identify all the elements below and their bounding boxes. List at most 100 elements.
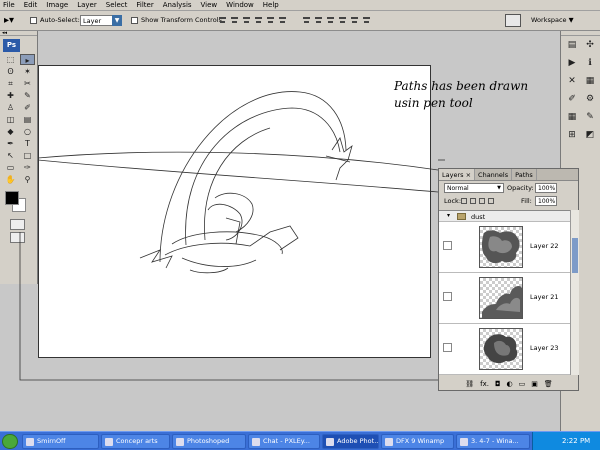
distribute-right-icon[interactable] (362, 15, 371, 26)
menu-analysis[interactable]: Analysis (163, 1, 192, 9)
layer-list-scrollbar[interactable] (570, 210, 579, 375)
visibility-toggle[interactable] (443, 343, 452, 352)
link-icon[interactable]: ⛓ (465, 380, 474, 388)
adjustment-icon[interactable]: ◐ (507, 380, 513, 388)
layer-comps-icon[interactable]: ◩ (583, 129, 597, 142)
workspace-icon[interactable] (505, 14, 521, 27)
histogram-icon[interactable]: ✣ (583, 39, 597, 52)
align-right-icon[interactable] (278, 15, 287, 26)
dock-grip[interactable] (561, 31, 600, 36)
gradient-icon[interactable]: ▤ (20, 114, 35, 125)
clone-stamp-icon[interactable]: ♙ (3, 102, 18, 113)
scrollbar-thumb[interactable] (572, 238, 578, 273)
tab-layers[interactable]: Layers × (439, 169, 476, 180)
lock-all-icon[interactable] (488, 198, 494, 204)
photoshop-logo[interactable]: Ps (3, 39, 20, 52)
workspace-button[interactable]: Workspace ▼ (531, 16, 574, 24)
taskbar-button[interactable]: Chat - PXLEy... (248, 434, 320, 449)
layer-row[interactable]: Layer 23 (439, 324, 570, 375)
distribute-vcenter-icon[interactable] (314, 15, 323, 26)
tools-icon[interactable]: ▦ (565, 111, 579, 124)
notes-icon[interactable]: ▭ (3, 162, 18, 173)
fx-icon[interactable]: fx. (480, 380, 489, 388)
start-button[interactable] (2, 434, 18, 449)
opacity-input[interactable]: 100% (535, 183, 557, 193)
fill-input[interactable]: 100% (535, 196, 557, 206)
history-brush-icon[interactable]: ✐ (20, 102, 35, 113)
taskbar-button[interactable]: SmirnOff (22, 434, 99, 449)
history-icon[interactable]: ✐ (565, 93, 579, 106)
align-left-icon[interactable] (254, 15, 263, 26)
taskbar-button[interactable]: Photoshoped (172, 434, 246, 449)
taskbar-button[interactable]: Adobe Phot... (322, 434, 379, 449)
styles-icon[interactable]: ▦ (583, 75, 597, 88)
visibility-toggle[interactable] (443, 241, 452, 250)
crop-icon[interactable]: ⌗ (3, 78, 18, 89)
align-hcenter-icon[interactable] (266, 15, 275, 26)
move-tool-preset-icon[interactable]: ▸▾ (4, 15, 22, 27)
distribute-bottom-icon[interactable] (326, 15, 335, 26)
layer-row[interactable]: Layer 22 (439, 222, 570, 273)
menu-file[interactable]: File (3, 1, 15, 9)
document-canvas[interactable] (38, 65, 431, 358)
marquee-icon[interactable]: ⬚ (3, 54, 18, 65)
layer-row[interactable]: Layer 21 (439, 273, 570, 324)
menu-help[interactable]: Help (263, 1, 279, 9)
tab-channels[interactable]: Channels (475, 169, 513, 180)
align-vcenter-icon[interactable] (230, 15, 239, 26)
slice-icon[interactable]: ✂ (20, 78, 35, 89)
taskbar-button[interactable]: 3. 4-7 - Wina... (456, 434, 530, 449)
menu-window[interactable]: Window (226, 1, 254, 9)
show-transform-checkbox[interactable] (131, 17, 138, 24)
pen-icon[interactable]: ✒ (3, 138, 18, 149)
lock-position-icon[interactable] (479, 198, 485, 204)
healing-brush-icon[interactable]: ✚ (3, 90, 18, 101)
distribute-left-icon[interactable] (338, 15, 347, 26)
navigator-icon[interactable]: ▤ (565, 39, 579, 52)
distribute-top-icon[interactable] (302, 15, 311, 26)
clone-icon[interactable]: ⊞ (565, 129, 579, 142)
mask-icon[interactable]: ◘ (495, 380, 501, 388)
lock-transparency-icon[interactable] (461, 198, 467, 204)
layer-group-row[interactable]: ▾ dust (439, 211, 570, 222)
foreground-color-swatch[interactable] (5, 191, 19, 205)
eraser-icon[interactable]: ◫ (3, 114, 18, 125)
visibility-toggle[interactable] (443, 292, 452, 301)
eyedropper-icon[interactable]: ✑ (20, 162, 35, 173)
auto-select-checkbox[interactable] (30, 17, 37, 24)
actions-icon[interactable]: ⚙ (583, 93, 597, 106)
lasso-icon[interactable]: ʘ (3, 66, 18, 77)
dodge-icon[interactable]: ○ (20, 126, 35, 137)
move-icon[interactable]: ▸ (20, 54, 35, 65)
align-top-icon[interactable] (218, 15, 227, 26)
menu-filter[interactable]: Filter (136, 1, 153, 9)
zoom-icon[interactable]: ⚲ (20, 174, 35, 185)
path-selection-icon[interactable]: ↖ (3, 150, 18, 161)
quick-mask-button[interactable] (10, 219, 25, 230)
menu-select[interactable]: Select (106, 1, 128, 9)
info-icon[interactable]: ▶ (565, 57, 579, 70)
new-group-icon[interactable]: ▭ (519, 380, 526, 388)
type-icon[interactable]: T (20, 138, 35, 149)
lock-pixels-icon[interactable] (470, 198, 476, 204)
taskbar-button[interactable]: Concepr arts (101, 434, 170, 449)
menu-image[interactable]: Image (46, 1, 68, 9)
blend-mode-dropdown[interactable]: Normal ▼ (444, 183, 504, 193)
expand-triangle-icon[interactable]: ▾ (447, 212, 450, 219)
brush-icon[interactable]: ✎ (20, 90, 35, 101)
panel-grip[interactable]: ◂◂ (0, 31, 37, 36)
brushes-icon[interactable]: ✎ (583, 111, 597, 124)
distribute-hcenter-icon[interactable] (350, 15, 359, 26)
blur-icon[interactable]: ◆ (3, 126, 18, 137)
new-layer-icon[interactable]: ▣ (531, 380, 538, 388)
menu-layer[interactable]: Layer (77, 1, 97, 9)
menu-edit[interactable]: Edit (24, 1, 38, 9)
screen-mode-button[interactable] (10, 232, 25, 243)
menu-view[interactable]: View (201, 1, 218, 9)
auto-select-dropdown[interactable]: Layer ▼ (80, 15, 122, 26)
magic-wand-icon[interactable]: ✶ (20, 66, 35, 77)
color-icon[interactable]: ℹ (583, 57, 597, 70)
swatches-icon[interactable]: ✕ (565, 75, 579, 88)
taskbar-button[interactable]: DFX 9 Winamp (381, 434, 454, 449)
hand-icon[interactable]: ✋ (3, 174, 18, 185)
